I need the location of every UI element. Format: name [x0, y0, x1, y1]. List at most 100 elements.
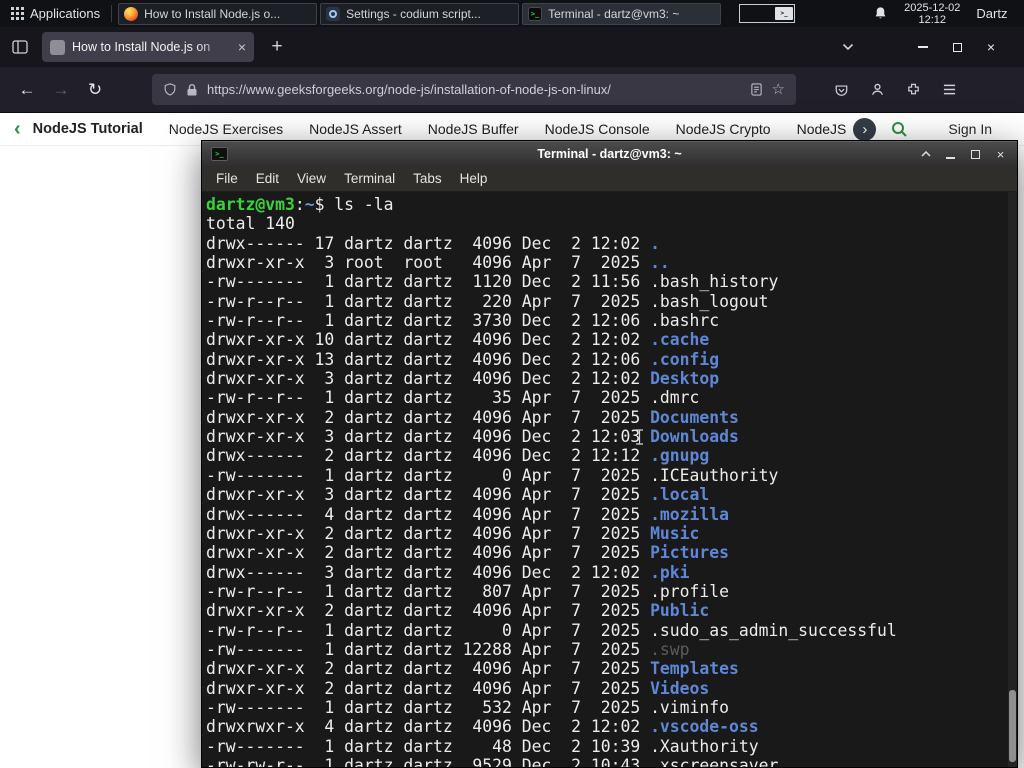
terminal-menu-file[interactable]: File — [207, 171, 247, 186]
terminal-menubar: File Edit View Terminal Tabs Help — [202, 166, 1017, 192]
nav-scroll-left-icon[interactable]: ‹ — [14, 119, 21, 139]
terminal-menu-edit[interactable]: Edit — [247, 171, 288, 186]
terminal-line: drwxr-xr-x 3 root root 4096 Apr 7 2025 .… — [206, 253, 670, 273]
workspace-pager[interactable]: >_ — [739, 4, 796, 23]
clock-date: 2025-12-02 — [904, 1, 961, 14]
new-tab-button[interactable]: + — [264, 36, 290, 58]
tab-favicon — [50, 39, 65, 55]
lock-icon[interactable] — [186, 83, 198, 97]
account-icon[interactable] — [870, 82, 885, 97]
tab-title: How to Install Node.js on — [72, 40, 211, 54]
notification-bell-icon[interactable] — [873, 6, 888, 21]
pocket-icon[interactable] — [834, 83, 849, 97]
terminal-title: Terminal - dartz@vm3: ~ — [537, 147, 682, 161]
tab-list-chevron-icon[interactable] — [842, 43, 854, 51]
reload-button[interactable]: ↻ — [78, 80, 112, 100]
terminal-line: drwxr-xr-x 3 dartz dartz 4096 Apr 7 2025… — [206, 485, 710, 505]
text-cursor — [635, 429, 644, 450]
search-icon[interactable] — [890, 120, 908, 138]
gfg-nav-item[interactable]: NodeJS DNS — [797, 121, 852, 137]
firefox-view-icon[interactable] — [12, 40, 28, 54]
reader-mode-icon[interactable] — [750, 83, 763, 96]
browser-tab[interactable]: How to Install Node.js on × — [42, 32, 254, 62]
nav-scroll-right-button[interactable]: › — [853, 117, 877, 141]
terminal-line: -rw------- 1 dartz dartz 532 Apr 7 2025 … — [206, 697, 730, 717]
applications-icon — [11, 7, 24, 20]
terminal-line: -rw-rw-r-- 1 dartz dartz 9529 Dec 2 10:4… — [206, 755, 779, 767]
terminal-menu-help[interactable]: Help — [451, 171, 497, 186]
terminal-line: drwxrwxr-x 4 dartz dartz 4096 Dec 2 12:0… — [206, 717, 759, 737]
url-bar[interactable]: https://www.geeksforgeeks.org/node-js/in… — [152, 74, 796, 105]
terminal-close-button[interactable]: × — [993, 147, 1008, 162]
applications-menu[interactable]: Applications — [6, 0, 105, 27]
terminal-shade-button[interactable] — [918, 147, 933, 162]
window-minimize-button[interactable] — [906, 35, 940, 59]
url-text: https://www.geeksforgeeks.org/node-js/in… — [207, 82, 611, 97]
taskbar: How to Install Node.js o... Settings - co… — [118, 2, 722, 25]
terminal-line: drwxr-xr-x 2 dartz dartz 4096 Apr 7 2025… — [206, 659, 739, 679]
forward-button[interactable]: → — [44, 80, 78, 100]
terminal-line: -rw-r--r-- 1 dartz dartz 0 Apr 7 2025 .s… — [206, 620, 897, 640]
gfg-nav-item[interactable]: NodeJS Assert — [309, 121, 402, 137]
clock[interactable]: 2025-12-02 12:12 — [904, 2, 960, 26]
terminal-menu-terminal[interactable]: Terminal — [335, 171, 404, 186]
terminal-line: drwxr-xr-x 10 dartz dartz 4096 Dec 2 12:… — [206, 330, 710, 350]
gfg-nav-item[interactable]: NodeJS Console — [545, 121, 650, 137]
terminal-line: -rw------- 1 dartz dartz 12288 Apr 7 202… — [206, 639, 690, 659]
terminal-line: drwx------ 4 dartz dartz 4096 Apr 7 2025… — [206, 504, 730, 524]
terminal-line: drwxr-xr-x 13 dartz dartz 4096 Dec 2 12:… — [206, 349, 720, 369]
terminal-line: drwxr-xr-x 2 dartz dartz 4096 Apr 7 2025… — [206, 523, 700, 543]
taskbar-button-label: Settings - codium script... — [346, 6, 481, 21]
terminal-line: -rw-r--r-- 1 dartz dartz 807 Apr 7 2025 … — [206, 581, 730, 601]
terminal-maximize-button[interactable] — [968, 147, 983, 162]
toolbar-extensions — [834, 82, 957, 97]
terminal-line: -rw------- 1 dartz dartz 1120 Dec 2 11:5… — [206, 272, 779, 292]
terminal-line: drwxr-xr-x 3 dartz dartz 4096 Dec 2 12:0… — [206, 427, 739, 447]
taskbar-button-firefox[interactable]: How to Install Node.js o... — [118, 2, 318, 25]
tab-close-icon[interactable]: × — [238, 40, 246, 54]
terminal-line: -rw-r--r-- 1 dartz dartz 220 Apr 7 2025 … — [206, 291, 769, 311]
desktop: Applications How to Install Node.js o...… — [0, 0, 1024, 768]
terminal-line: -rw------- 1 dartz dartz 0 Apr 7 2025 .I… — [206, 465, 779, 485]
terminal-line: drwx------ 3 dartz dartz 4096 Dec 2 12:0… — [206, 562, 690, 582]
gfg-nav-item[interactable]: NodeJS Buffer — [428, 121, 519, 137]
user-label: Dartz — [976, 6, 1008, 21]
tracking-shield-icon[interactable] — [163, 82, 177, 97]
terminal-menu-tabs[interactable]: Tabs — [404, 171, 451, 186]
terminal-window: >_ Terminal - dartz@vm3: ~ × File Edit Vie… — [201, 140, 1018, 768]
extensions-icon[interactable] — [906, 82, 921, 97]
window-maximize-button[interactable] — [940, 35, 974, 59]
taskbar-button-terminal[interactable]: >_ Terminal - dartz@vm3: ~ — [522, 2, 722, 25]
terminal-menu-view[interactable]: View — [288, 171, 335, 186]
tab-bar: How to Install Node.js on × + × — [0, 27, 1024, 67]
terminal-scrollbar[interactable] — [1008, 192, 1017, 767]
terminal-minimize-button[interactable] — [943, 147, 958, 162]
taskbar-button-settings[interactable]: Settings - codium script... — [320, 2, 520, 25]
top-panel: Applications How to Install Node.js o...… — [0, 0, 1024, 27]
terminal-line: -rw------- 1 dartz dartz 48 Dec 2 10:39 … — [206, 736, 759, 756]
window-close-button[interactable]: × — [974, 35, 1008, 59]
terminal-line: -rw-r--r-- 1 dartz dartz 3730 Dec 2 12:0… — [206, 311, 720, 331]
terminal-line: drwxr-xr-x 2 dartz dartz 4096 Apr 7 2025… — [206, 543, 730, 563]
terminal-line: drwxr-xr-x 2 dartz dartz 4096 Apr 7 2025… — [206, 678, 710, 698]
gfg-nav-item[interactable]: NodeJS Exercises — [169, 121, 283, 137]
window-controls: × — [842, 35, 1016, 59]
terminal-titlebar[interactable]: >_ Terminal - dartz@vm3: ~ × — [202, 141, 1017, 166]
clock-time: 12:12 — [918, 13, 947, 26]
pager-window-icon: >_ — [775, 7, 794, 20]
terminal-window-controls: × — [918, 147, 1008, 162]
terminal-output[interactable]: dartz@vm3:~$ ls -la total 140 drwx------ 1… — [202, 192, 1017, 767]
terminal-line: total 140 — [206, 214, 295, 234]
gfg-nav-item[interactable]: NodeJS Crypto — [676, 121, 771, 137]
taskbar-button-label: How to Install Node.js o... — [144, 6, 281, 21]
menu-hamburger-icon[interactable] — [942, 83, 957, 96]
bookmark-star-icon[interactable]: ☆ — [772, 82, 785, 97]
panel-separator — [111, 5, 113, 22]
gfg-nav-item[interactable]: NodeJS Tutorial — [33, 121, 143, 137]
terminal-scrollbar-thumb[interactable] — [1009, 690, 1016, 762]
settings-icon — [326, 6, 341, 21]
terminal-line: drwxr-xr-x 2 dartz dartz 4096 Apr 7 2025… — [206, 407, 739, 427]
terminal-app-icon: >_ — [211, 147, 228, 161]
back-button[interactable]: ← — [10, 80, 44, 100]
sign-in-link[interactable]: Sign In — [948, 121, 992, 137]
